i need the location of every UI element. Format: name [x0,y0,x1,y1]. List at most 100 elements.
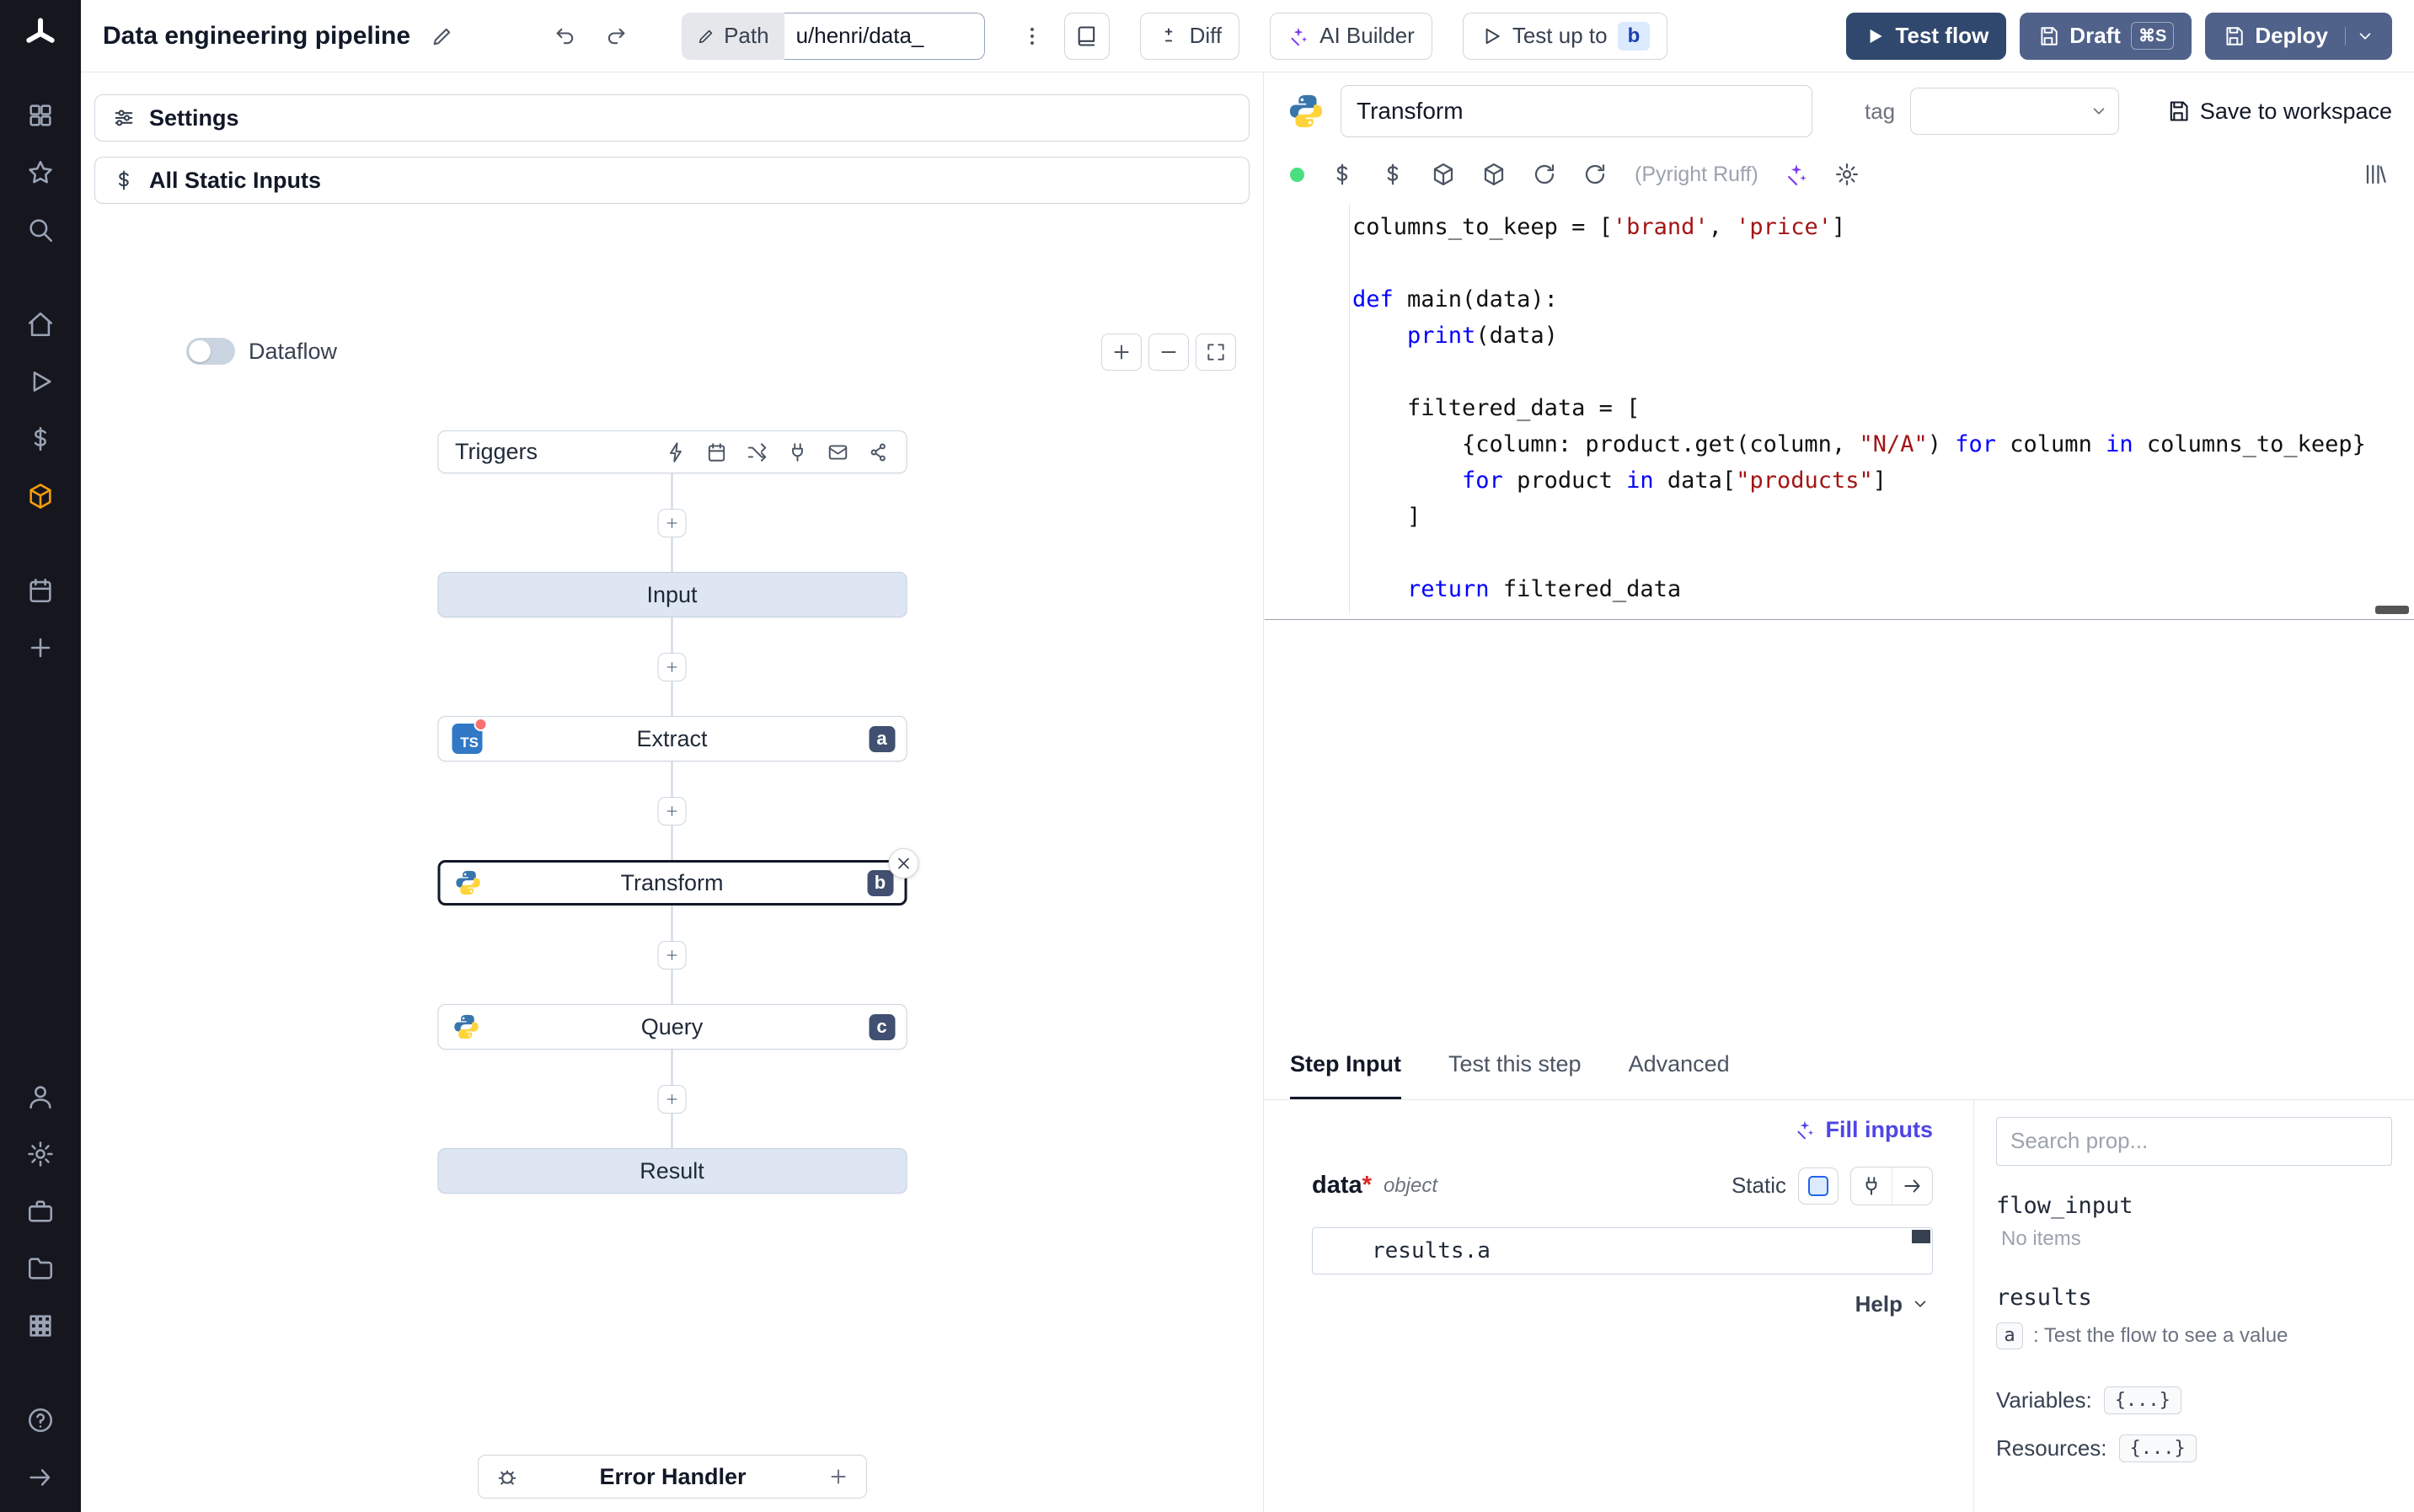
query-node[interactable]: Query c [437,1004,907,1050]
step-name-input[interactable] [1341,85,1812,137]
step-header: tag Save to workspace [1265,72,2414,150]
resources-icon[interactable] [26,482,55,510]
assets-panel-icon[interactable] [2363,162,2389,187]
webhook-trigger-icon[interactable] [665,441,687,463]
settings-icon[interactable] [26,1140,55,1168]
folders-icon[interactable] [26,1254,55,1283]
dependencies-icon[interactable] [1481,162,1507,187]
tag-select[interactable] [1910,88,2120,135]
home-icon[interactable] [26,310,55,339]
search-prop-input[interactable] [1996,1116,2392,1166]
play-icon [1480,25,1502,47]
result-key-badge[interactable]: a [1996,1322,2023,1349]
runs-icon[interactable] [26,367,55,396]
delete-step-button[interactable] [888,848,918,879]
add-icon[interactable] [26,633,55,662]
flow-input-section[interactable]: flow_input [1996,1193,2392,1219]
add-step-button[interactable] [657,1084,687,1114]
error-handler-node[interactable]: Error Handler [477,1455,867,1499]
deploy-dropdown[interactable] [2345,26,2374,45]
schedules-icon[interactable] [26,576,55,605]
apps-icon[interactable] [26,101,55,130]
variables-icon[interactable] [26,425,55,453]
resize-handle[interactable] [1912,1229,1930,1243]
reload-icon[interactable] [1532,162,1557,187]
sync-icon[interactable] [1582,162,1608,187]
connect-input-button[interactable] [1851,1167,1892,1205]
path-input[interactable] [784,12,985,60]
tab-advanced[interactable]: Advanced [1629,1033,1730,1099]
kafka-trigger-icon[interactable] [867,441,889,463]
cache-icon[interactable] [1330,162,1355,187]
docs-button[interactable] [1063,12,1110,60]
edit-title-button[interactable] [424,18,461,55]
result-row: a : Test the flow to see a value [1996,1322,2392,1349]
result-node[interactable]: Result [437,1148,907,1194]
transform-node[interactable]: Transform b [437,848,918,906]
resources-grid-icon[interactable] [26,1312,55,1340]
add-step-button[interactable] [657,652,687,681]
plus-icon [665,660,680,675]
settings-bar[interactable]: Settings [94,94,1250,142]
resources-chip[interactable]: {...} [2118,1434,2197,1462]
wand-icon [1287,25,1309,47]
insert-expression-button[interactable] [1892,1167,1932,1205]
test-up-to-button[interactable]: Test up to b [1462,12,1668,60]
editor-settings-icon[interactable] [1834,162,1860,187]
chevron-down-icon [2090,102,2108,120]
triggers-node[interactable]: Triggers [437,430,907,473]
input-node[interactable]: Input [437,572,907,617]
horizontal-scrollbar[interactable] [2375,606,2409,614]
tab-step-input[interactable]: Step Input [1290,1033,1401,1099]
results-section[interactable]: results [1996,1285,2392,1311]
redo-button[interactable] [597,18,634,55]
diff-button[interactable]: Diff [1139,12,1240,60]
draft-label: Draft [2069,23,2121,48]
websocket-trigger-icon[interactable] [786,441,808,463]
tag-label: tag [1865,98,1896,124]
more-menu-button[interactable] [1014,18,1051,55]
add-step-button[interactable] [657,796,687,825]
add-step-button[interactable] [657,508,687,537]
app-sidebar [0,0,81,1512]
ai-builder-button[interactable]: AI Builder [1270,12,1432,60]
deploy-button[interactable]: Deploy [2205,12,2392,60]
users-icon[interactable] [26,1082,55,1111]
arg-value: results.a [1372,1237,1491,1264]
search-icon[interactable] [26,216,55,244]
dataflow-toggle[interactable] [186,338,235,365]
save-icon [2037,25,2059,47]
extract-node[interactable]: TS Extract a [437,716,907,761]
zoom-controls [1101,334,1236,371]
zoom-out-button[interactable] [1148,334,1189,371]
static-inputs-bar[interactable]: All Static Inputs [94,157,1250,204]
route-trigger-icon[interactable] [746,441,768,463]
arg-value-editor[interactable]: results.a [1312,1226,1933,1274]
draft-button[interactable]: Draft ⌘S [2020,12,2192,60]
collapse-sidebar-icon[interactable] [26,1463,55,1492]
zoom-in-button[interactable] [1101,334,1142,371]
package-icon[interactable] [1431,162,1456,187]
ai-assist-icon[interactable] [1784,162,1809,187]
static-toggle-button[interactable] [1798,1167,1839,1205]
save-to-workspace-button[interactable]: Save to workspace [2166,99,2392,125]
windmill-logo-icon[interactable] [24,17,57,51]
fill-inputs-button[interactable]: Fill inputs [1794,1117,1933,1143]
help-toggle[interactable]: Help [1312,1291,1933,1317]
help-icon[interactable] [26,1406,55,1435]
tab-test-this-step[interactable]: Test this step [1448,1033,1582,1099]
add-error-handler-icon[interactable] [827,1466,849,1488]
test-flow-button[interactable]: Test flow [1845,12,2007,60]
variables-chip[interactable]: {...} [2103,1386,2181,1414]
concurrency-icon[interactable] [1380,162,1405,187]
add-step-button[interactable] [657,940,687,970]
code-editor[interactable]: columns_to_keep = ['brand', 'price'] def… [1265,199,2414,620]
path-label[interactable]: Path [682,12,784,60]
undo-button[interactable] [547,18,584,55]
fit-view-button[interactable] [1196,334,1236,371]
schedule-trigger-icon[interactable] [705,441,727,463]
static-inputs-label: All Static Inputs [149,167,322,193]
workers-icon[interactable] [26,1197,55,1226]
favorites-icon[interactable] [26,158,55,187]
email-trigger-icon[interactable] [827,441,848,463]
